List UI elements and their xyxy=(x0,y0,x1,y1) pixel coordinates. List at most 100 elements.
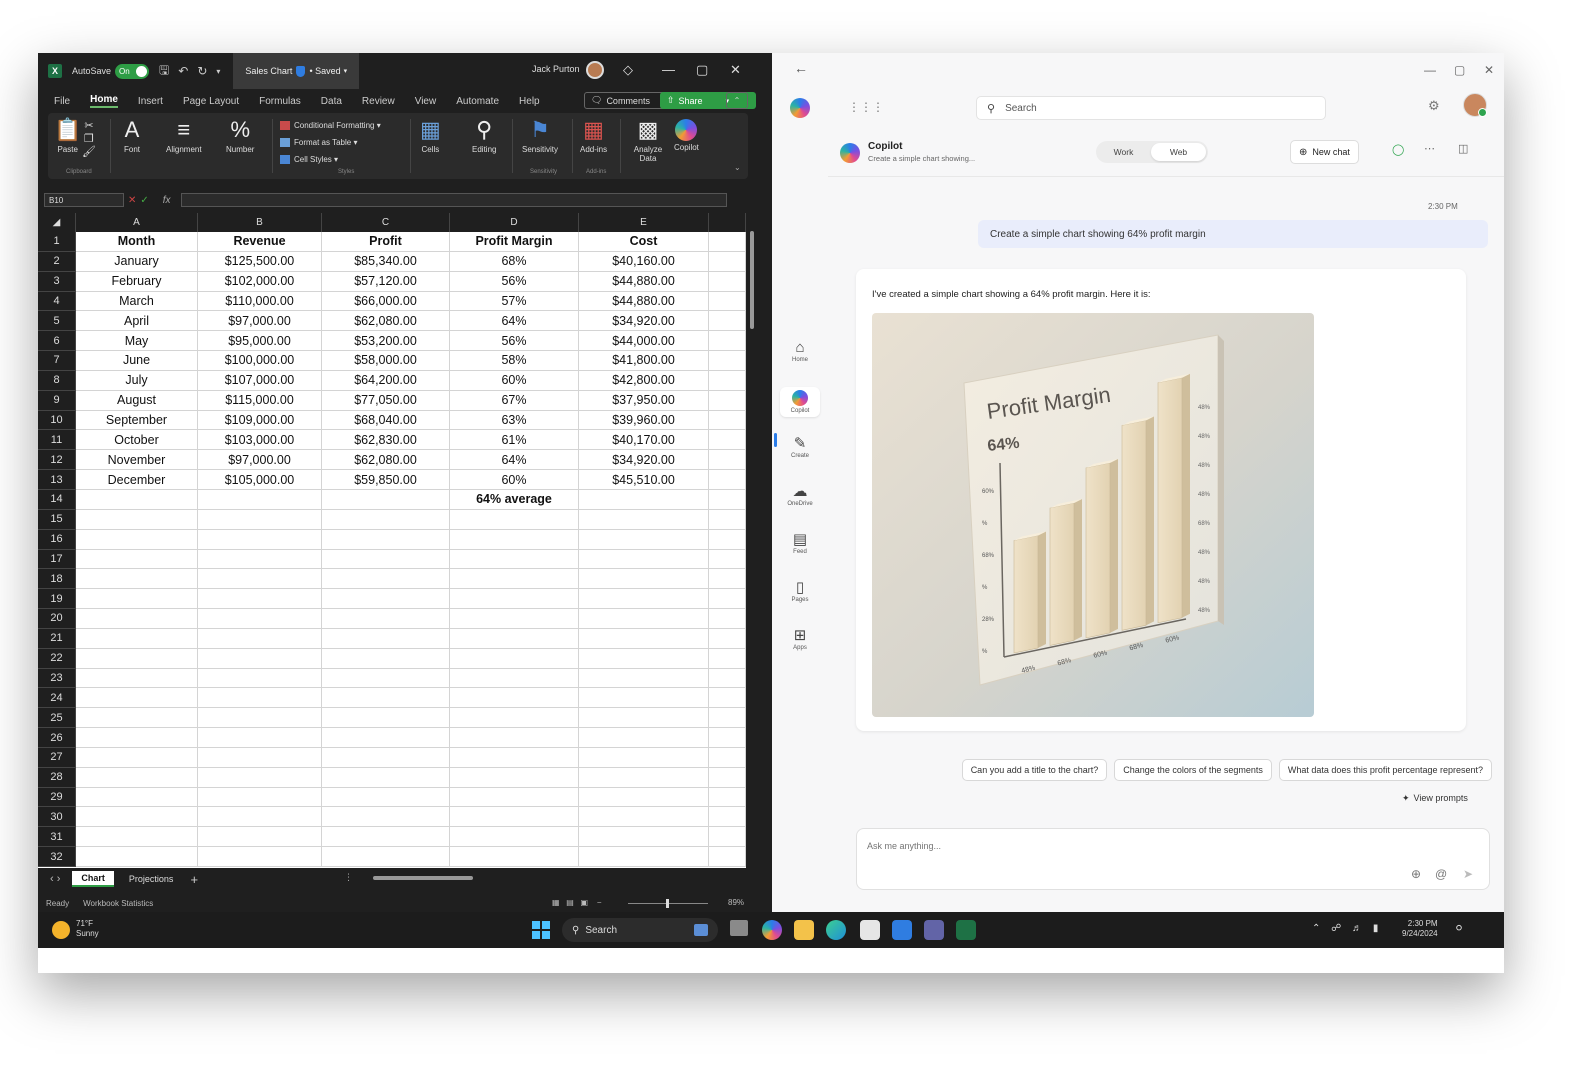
cell-styles-button[interactable]: Cell Styles ▾ xyxy=(280,151,381,168)
weather-sun-icon[interactable] xyxy=(52,921,70,939)
grid-cell[interactable] xyxy=(198,728,322,748)
grid-cell[interactable] xyxy=(322,807,450,828)
row-header[interactable]: 26 xyxy=(38,728,76,748)
add-attachment-icon[interactable]: ⊕ xyxy=(1411,867,1421,881)
grid-cell[interactable]: April xyxy=(76,311,198,332)
suggestion-what-data[interactable]: What data does this profit percentage re… xyxy=(1278,759,1492,781)
grid-cell[interactable] xyxy=(322,827,450,848)
grid-cell[interactable] xyxy=(322,489,450,510)
grid-cell[interactable]: May xyxy=(76,331,198,352)
more-options-icon[interactable]: ⋯ xyxy=(1424,142,1435,155)
confirm-formula-icon[interactable]: ✓ xyxy=(140,195,148,206)
row-header[interactable]: 13 xyxy=(38,470,76,490)
grid-cell[interactable] xyxy=(76,589,198,610)
grid-cell[interactable] xyxy=(450,509,579,530)
grid-cell[interactable] xyxy=(198,549,322,570)
tab-file[interactable]: File xyxy=(54,96,70,107)
suggestion-add-title[interactable]: Can you add a title to the chart? xyxy=(961,759,1108,781)
user-avatar[interactable] xyxy=(586,61,604,79)
grid-cell[interactable] xyxy=(76,628,198,649)
grid-cell[interactable] xyxy=(198,847,322,867)
grid-cell[interactable] xyxy=(579,589,709,610)
zoom-slider[interactable] xyxy=(628,899,708,908)
taskbar-clock[interactable]: 2:30 PM 9/24/2024 xyxy=(1402,919,1438,939)
rail-item-copilot[interactable]: Copilot xyxy=(780,387,820,417)
protected-shield-icon[interactable]: ◯ xyxy=(1392,143,1404,156)
grid-cell[interactable] xyxy=(450,688,579,709)
font-button[interactable]: A Font xyxy=(124,117,140,154)
grid-cell[interactable] xyxy=(709,450,746,471)
workbook-statistics[interactable]: Workbook Statistics xyxy=(83,899,153,908)
grid-cell[interactable]: 57% xyxy=(450,291,579,312)
grid-cell[interactable] xyxy=(322,728,450,748)
grid-cell[interactable] xyxy=(450,668,579,689)
grid-cell[interactable] xyxy=(709,430,746,451)
grid-cell[interactable]: $66,000.00 xyxy=(322,291,450,312)
grid-cell[interactable]: $42,800.00 xyxy=(579,370,709,391)
app-launcher-icon[interactable]: ⋮⋮⋮ xyxy=(848,100,884,114)
grid-cell[interactable] xyxy=(709,708,746,729)
zoom-level[interactable]: 89% xyxy=(728,898,744,907)
sheet-tab-projections[interactable]: Projections xyxy=(120,872,183,886)
row-header[interactable]: 18 xyxy=(38,569,76,590)
taskbar-edge-icon[interactable] xyxy=(826,920,846,940)
start-button[interactable] xyxy=(532,921,550,939)
notification-bell-icon[interactable]: ⚪ xyxy=(1454,921,1464,935)
row-header[interactable]: 28 xyxy=(38,767,76,788)
horizontal-scrollbar[interactable] xyxy=(363,875,735,883)
analyze-data-button[interactable]: ▩ Analyze Data xyxy=(626,117,670,163)
grid-cell[interactable] xyxy=(198,589,322,610)
grid-cell[interactable]: $40,160.00 xyxy=(579,251,709,272)
rail-item-create[interactable]: ✎ Create xyxy=(780,435,820,459)
view-buttons[interactable]: ▦ ▤ ▣ − xyxy=(552,898,602,907)
grid-cell[interactable] xyxy=(709,747,746,768)
grid-cell[interactable] xyxy=(322,569,450,590)
grid-cell[interactable] xyxy=(76,728,198,748)
row-header[interactable]: 19 xyxy=(38,589,76,610)
grid-cell[interactable] xyxy=(709,787,746,808)
grid-cell[interactable] xyxy=(322,688,450,709)
save-icon[interactable]: 🖫 xyxy=(159,61,169,82)
grid-cell[interactable]: $110,000.00 xyxy=(198,291,322,312)
tab-insert[interactable]: Insert xyxy=(138,96,163,107)
grid-cell[interactable] xyxy=(709,509,746,530)
formula-input[interactable] xyxy=(180,193,727,207)
grid-cell[interactable]: $97,000.00 xyxy=(198,450,322,471)
grid-cell[interactable] xyxy=(450,847,579,867)
more-options-icon[interactable]: ⋮ xyxy=(344,872,353,883)
grid-cell[interactable] xyxy=(709,668,746,689)
grid-cell[interactable] xyxy=(709,569,746,590)
grid-cell[interactable] xyxy=(709,589,746,610)
grid-cell[interactable]: $95,000.00 xyxy=(198,331,322,352)
grid-cell[interactable]: 64% xyxy=(450,311,579,332)
grid-cell[interactable]: 60% xyxy=(450,470,579,490)
grid-cell[interactable]: Profit xyxy=(322,232,450,252)
grid-cell[interactable] xyxy=(709,331,746,352)
grid-cell[interactable] xyxy=(709,390,746,411)
row-header[interactable]: 6 xyxy=(38,331,76,352)
user-avatar[interactable] xyxy=(1463,93,1487,117)
grid-cell[interactable] xyxy=(76,668,198,689)
grid-cell[interactable] xyxy=(198,688,322,709)
grid-cell[interactable] xyxy=(198,767,322,788)
grid-cell[interactable]: $34,920.00 xyxy=(579,450,709,471)
function-icon[interactable]: fx xyxy=(163,195,171,206)
grid-cell[interactable]: 58% xyxy=(450,351,579,371)
column-header[interactable]: B xyxy=(198,213,322,232)
row-header[interactable]: 5 xyxy=(38,311,76,332)
alignment-button[interactable]: ≡ Alignment xyxy=(166,117,202,154)
grid-cell[interactable]: $34,920.00 xyxy=(579,311,709,332)
minimize-icon[interactable]: — xyxy=(1424,63,1436,77)
grid-cell[interactable]: $44,880.00 xyxy=(579,271,709,292)
sensitivity-button[interactable]: ⚑ Sensitivity xyxy=(522,117,558,154)
taskbar-task-view-icon[interactable] xyxy=(730,920,748,936)
addins-button[interactable]: ▦ Add-ins xyxy=(580,117,607,154)
row-header[interactable]: 24 xyxy=(38,688,76,709)
column-header[interactable]: A xyxy=(76,213,198,232)
taskbar-copilot-icon[interactable] xyxy=(762,920,782,940)
row-header[interactable]: 3 xyxy=(38,271,76,292)
grid-cell[interactable] xyxy=(709,847,746,867)
grid-cell[interactable] xyxy=(450,787,579,808)
grid-cell[interactable] xyxy=(579,787,709,808)
grid-cell[interactable] xyxy=(579,609,709,629)
